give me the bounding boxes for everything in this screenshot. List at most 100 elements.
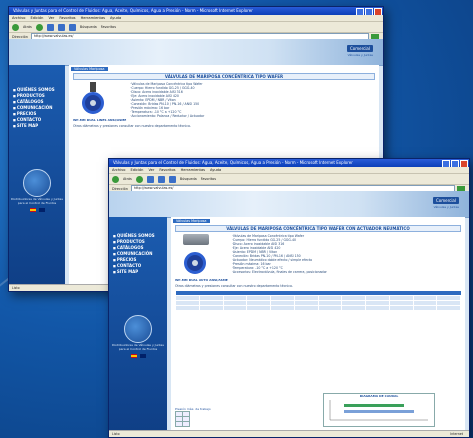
brand-logo[interactable]: Comercial	[432, 197, 459, 204]
language-flags	[9, 208, 65, 212]
favorites-button[interactable]: Favoritos	[101, 25, 116, 29]
globe-icon	[23, 169, 51, 197]
menu-archivo[interactable]: Archivo	[112, 167, 125, 173]
minimize-button[interactable]	[442, 160, 450, 167]
window-title-bar[interactable]: Válvulas y Juntas para el Control de Flu…	[109, 159, 469, 167]
spec-list: Válvulas de Mariposa Concéntrica tipo Wa…	[232, 234, 327, 282]
menu-favoritos[interactable]: Favoritos	[59, 15, 75, 21]
toolbar: Atrás Búsqueda Favoritos	[9, 22, 383, 33]
flow-bar	[344, 410, 414, 413]
maximize-button[interactable]	[365, 8, 373, 15]
butterfly-valve-icon	[184, 252, 206, 274]
forward-arrow-icon[interactable]	[35, 23, 43, 31]
product-block: WP-MM DUAL LINES ANSI/ASME Válvulas de M…	[73, 82, 375, 122]
sidebar-text: Distribuidores de Válvulas y Juntas para…	[112, 343, 164, 351]
sidebar: QUIÉNES SOMOS PRODUCTOS CATÁLOGOS COMUNI…	[9, 65, 65, 285]
globe-icon	[124, 315, 152, 343]
address-label: Dirección	[12, 34, 28, 39]
menu-herramientas[interactable]: Herramientas	[81, 15, 105, 21]
menu-ayuda[interactable]: Ayuda	[210, 167, 221, 173]
sidebar-text: Distribuidores de Válvulas y Juntas para…	[11, 197, 63, 205]
page-title: VÁLVULAS DE MARIPOSA CONCÉNTRICA TIPO WA…	[73, 73, 375, 80]
page-title: VÁLVULAS DE MARIPOSA CONCÉNTRICA TIPO WA…	[175, 225, 461, 232]
menu-favoritos[interactable]: Favoritos	[159, 167, 175, 173]
spec-item: Accionamiento: Palanca / Reductor / Actu…	[130, 114, 204, 118]
back-label[interactable]: Atrás	[123, 177, 132, 181]
breadcrumb[interactable]: Válvulas Mariposa	[71, 67, 108, 71]
search-button[interactable]: Búsqueda	[80, 25, 97, 29]
menu-ver[interactable]: Ver	[48, 15, 54, 21]
maximize-button[interactable]	[451, 160, 459, 167]
content-area: Válvulas Mariposa VÁLVULAS DE MARIPOSA C…	[171, 217, 465, 431]
stop-icon[interactable]	[146, 175, 154, 183]
toolbar: Atrás Búsqueda Favoritos	[109, 174, 469, 185]
product-image	[73, 82, 115, 118]
product-block: WP-MM DUAL AUTO ANSI/ASME Válvulas de Ma…	[175, 234, 461, 282]
status-bar: Listo Internet	[109, 430, 469, 437]
minimize-button[interactable]	[356, 8, 364, 15]
pressure-table-block: Presión máx. de trabajo	[175, 407, 211, 427]
butterfly-valve-icon	[82, 92, 104, 114]
pneumatic-actuator-icon	[183, 234, 209, 245]
status-text: Listo	[12, 286, 20, 290]
status-text: Listo	[112, 432, 120, 436]
forward-arrow-icon[interactable]	[135, 175, 143, 183]
sidebar: QUIÉNES SOMOS PRODUCTOS CATÁLOGOS COMUNI…	[109, 217, 167, 431]
brand-logo[interactable]: Comercial	[346, 45, 373, 52]
favorites-button[interactable]: Favoritos	[201, 177, 216, 181]
window-title: Válvulas y Juntas para el Control de Flu…	[113, 160, 353, 165]
back-arrow-icon[interactable]	[12, 23, 19, 31]
zone-indicator: Internet	[450, 432, 463, 436]
table-row	[175, 305, 461, 311]
menu-edicion[interactable]: Edición	[130, 167, 143, 173]
site-banner: Comercial Válvulas y Juntas	[9, 39, 383, 66]
table-row	[175, 421, 190, 427]
product-note: Otros diámetros y presiones consultar co…	[73, 124, 191, 128]
address-label: Dirección	[112, 186, 128, 191]
back-label[interactable]: Atrás	[23, 25, 32, 29]
product-caption: WP-MM DUAL AUTO ANSI/ASME	[175, 278, 228, 282]
spain-flag-icon[interactable]	[130, 354, 137, 358]
menu-bar: Archivo Edición Ver Favoritos Herramient…	[9, 15, 383, 22]
flow-diagram: DIAGRAMA DE CAUDAL	[323, 393, 435, 427]
home-icon[interactable]	[168, 175, 176, 183]
window-title: Válvulas y Juntas para el Control de Flu…	[13, 8, 253, 13]
stop-icon[interactable]	[46, 23, 54, 31]
page-viewport[interactable]: Comercial Válvulas y Juntas QUIÉNES SOMO…	[109, 191, 469, 431]
menu-edicion[interactable]: Edición	[30, 15, 43, 21]
search-button[interactable]: Búsqueda	[180, 177, 197, 181]
product-note: Otros diámetros y presiones consultar co…	[175, 284, 293, 288]
spec-item: Accesorios: Electroválvula, finales de c…	[232, 270, 327, 274]
language-flags	[109, 354, 167, 358]
menu-ver[interactable]: Ver	[148, 167, 154, 173]
browser-window-front[interactable]: Válvulas y Juntas para el Control de Flu…	[108, 158, 470, 438]
home-icon[interactable]	[68, 23, 76, 31]
product-image	[175, 234, 217, 278]
pressure-table	[175, 411, 190, 427]
brand-subtitle: Válvulas y Juntas	[347, 53, 373, 57]
pressure-table-title: Presión máx. de trabajo	[175, 407, 211, 411]
window-title-bar[interactable]: Válvulas y Juntas para el Control de Flu…	[9, 7, 383, 15]
product-caption: WP-MM DUAL LINES ANSI/ASME	[73, 118, 127, 122]
menu-herramientas[interactable]: Herramientas	[181, 167, 205, 173]
flow-bar	[344, 404, 404, 407]
main-nav: QUIÉNES SOMOS PRODUCTOS CATÁLOGOS COMUNI…	[9, 65, 65, 129]
close-button[interactable]	[374, 8, 382, 15]
breadcrumb[interactable]: Válvulas Mariposa	[173, 219, 210, 223]
menu-archivo[interactable]: Archivo	[12, 15, 25, 21]
spain-flag-icon[interactable]	[29, 208, 36, 212]
menu-bar: Archivo Edición Ver Favoritos Herramient…	[109, 167, 469, 174]
uk-flag-icon[interactable]	[139, 354, 146, 358]
uk-flag-icon[interactable]	[38, 208, 45, 212]
site-banner: Comercial Válvulas y Juntas	[109, 191, 469, 218]
menu-ayuda[interactable]: Ayuda	[110, 15, 121, 21]
back-arrow-icon[interactable]	[112, 175, 119, 183]
dimensions-table	[175, 291, 461, 311]
spec-list: Válvulas de Mariposa Concéntrica tipo Wa…	[130, 82, 204, 122]
main-nav: QUIÉNES SOMOS PRODUCTOS CATÁLOGOS COMUNI…	[109, 217, 167, 275]
refresh-icon[interactable]	[57, 23, 65, 31]
refresh-icon[interactable]	[157, 175, 165, 183]
close-button[interactable]	[460, 160, 468, 167]
flow-diagram-plot	[329, 400, 428, 421]
brand-subtitle: Válvulas y Juntas	[433, 205, 459, 209]
